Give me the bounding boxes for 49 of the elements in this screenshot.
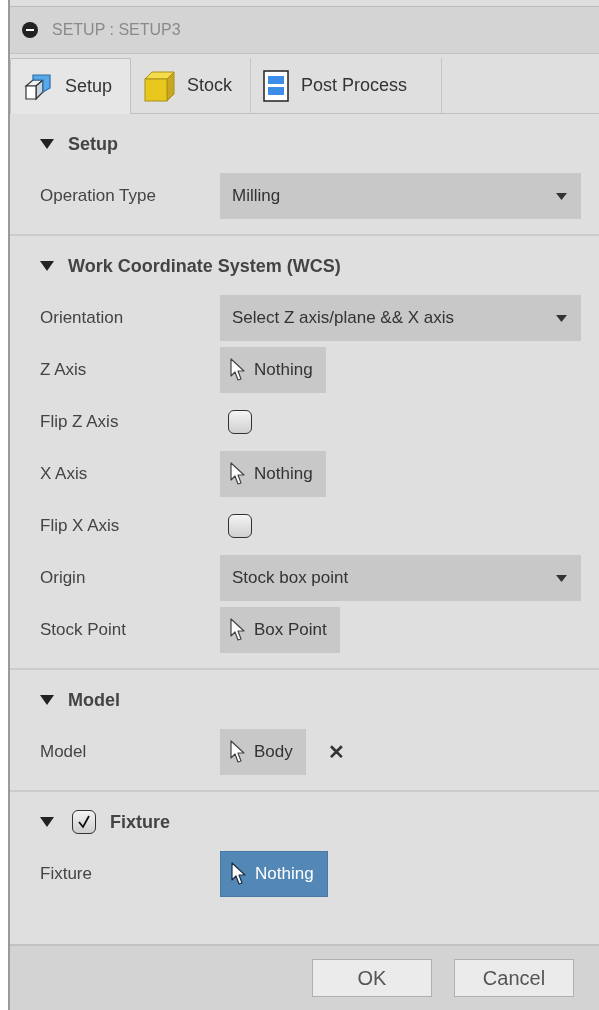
selection-button[interactable]: Nothing [220,851,328,897]
dropdown[interactable]: Select Z axis/plane && X axis [220,295,581,341]
checkbox[interactable] [228,514,252,538]
field-label: X Axis [39,464,89,484]
dropdown[interactable]: Stock box point [220,555,581,601]
expand-arrow-icon[interactable] [40,139,54,149]
cube-icon [23,71,53,102]
field-label: Model [39,742,88,762]
tab[interactable]: Stock [131,58,252,114]
field-label: Stock Point [39,620,127,640]
window-title: SETUP : SETUP3 [52,21,181,39]
gcode-icon [263,69,290,102]
field-label: Flip Z Axis [39,412,120,432]
field-label: Fixture [39,864,93,884]
field-label: Operation Type [39,186,157,206]
cursor-icon [230,740,246,764]
field-label: Orientation [39,308,125,328]
cube-icon [143,69,176,102]
field-label: Z Axis [39,360,88,380]
clear-button[interactable]: ✕ [327,740,345,764]
selection-button[interactable]: Body [220,729,306,775]
checkbox[interactable] [228,410,252,434]
cursor-icon [230,358,246,382]
cursor-icon [230,462,246,486]
dropdown-arrow-icon [556,574,567,582]
section-title: Work Coordinate System (WCS) [68,255,341,277]
cursor-icon [231,862,247,886]
tab[interactable]: Post Process [251,58,443,114]
dropdown-arrow-icon [556,192,567,200]
expand-arrow-icon[interactable] [40,817,54,827]
cursor-icon [230,618,246,642]
fixture-checkbox[interactable] [72,810,96,834]
section-title: Model [68,689,120,711]
dropdown[interactable]: Milling [220,173,581,219]
selection-button[interactable]: Box Point [220,607,340,653]
section-title: Setup [68,133,118,155]
selection-button[interactable]: Nothing [220,347,326,393]
selection-button[interactable]: Nothing [220,451,326,497]
checkmark-icon [77,815,91,829]
expand-arrow-icon[interactable] [40,261,54,271]
field-label: Origin [39,568,87,588]
expand-arrow-icon[interactable] [40,695,54,705]
cancel-button[interactable]: Cancel [454,959,574,997]
dropdown-arrow-icon [556,314,567,322]
collapse-icon[interactable] [22,22,38,38]
field-label: Flip X Axis [39,516,121,536]
ok-button[interactable]: OK [312,959,432,997]
section-title: Fixture [110,811,170,833]
tab[interactable]: Setup [10,58,132,114]
